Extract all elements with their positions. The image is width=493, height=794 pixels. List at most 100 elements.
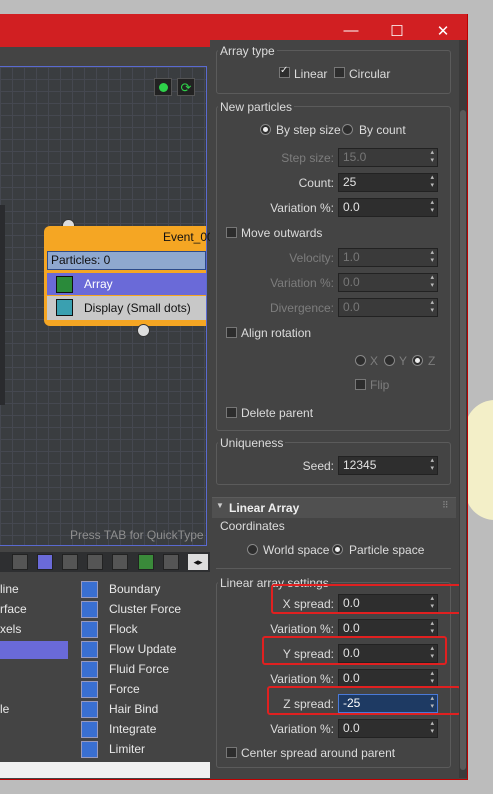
limiter-icon	[81, 741, 98, 758]
z-variation-label: Variation %:	[270, 722, 334, 736]
axis-z-radio[interactable]	[412, 355, 423, 366]
axis-z-label: Z	[428, 354, 436, 368]
scrollbar-thumb[interactable]	[460, 110, 466, 770]
depot-item-integrate[interactable]: Integrate	[109, 722, 156, 736]
quicktype-hint: Press TAB for QuickType	[70, 528, 204, 542]
depot-tool-icon[interactable]	[37, 554, 53, 570]
highlight-y-spread	[262, 636, 447, 665]
flip-checkbox[interactable]	[355, 379, 366, 390]
count-label: Count:	[298, 176, 334, 190]
depot-item[interactable]: line	[0, 582, 19, 596]
depot-item-flock[interactable]: Flock	[109, 622, 138, 636]
depot-item-fluid-force[interactable]: Fluid Force	[109, 662, 169, 676]
linear-array-title: Linear Array	[229, 501, 300, 515]
count-variation-spinner[interactable]: 0.0 ▴ ▾	[338, 198, 438, 217]
depot-tool-icon[interactable]	[62, 554, 78, 570]
world-space-label: World space	[263, 543, 330, 557]
axis-y-radio[interactable]	[384, 355, 395, 366]
depot-item-selected[interactable]	[0, 641, 68, 659]
integrate-icon	[81, 721, 98, 738]
particle-space-label: Particle space	[349, 543, 425, 557]
world-space-radio[interactable]	[247, 544, 258, 555]
x-variation-label: Variation %:	[270, 622, 334, 636]
depot-item-flow-update[interactable]: Flow Update	[109, 642, 176, 656]
step-size-spinner[interactable]: 15.0 ▴ ▾	[338, 148, 438, 167]
depot-item-force[interactable]: Force	[109, 682, 140, 696]
new-particles-title: New particles	[218, 100, 295, 114]
status-bar	[0, 762, 210, 778]
depot-tool-icon[interactable]	[138, 554, 154, 570]
depot-item-limiter[interactable]: Limiter	[109, 742, 145, 756]
depot-tool-icon[interactable]	[87, 554, 103, 570]
y-variation-label: Variation %:	[270, 672, 334, 686]
by-step-size-radio[interactable]	[260, 124, 271, 135]
count-variation-label: Variation %:	[270, 201, 334, 215]
cluster-force-icon	[81, 601, 98, 618]
event-node-header[interactable]: Event_00	[44, 226, 214, 248]
highlight-x-spread	[271, 584, 466, 614]
divider	[216, 568, 451, 569]
divergence-spinner[interactable]: 0.0 ▴ ▾	[338, 298, 438, 317]
linear-array-rollout-header[interactable]: ▼ Linear Array ⠿	[212, 497, 456, 518]
particle-count: Particles: 0	[47, 251, 206, 270]
step-size-label: Step size:	[281, 151, 334, 165]
depot-item-hair-bind[interactable]: Hair Bind	[109, 702, 158, 716]
count-spinner[interactable]: 25 ▴ ▾	[338, 173, 438, 192]
depot-item[interactable]: xels	[0, 622, 21, 636]
seed-label: Seed:	[302, 459, 334, 473]
depot-item-cluster-force[interactable]: Cluster Force	[109, 602, 181, 616]
depot-scroll-arrows[interactable]: ◂▸	[188, 554, 208, 570]
operator-depot	[0, 572, 210, 762]
delete-parent-label: Delete parent	[241, 406, 314, 420]
delete-parent-checkbox[interactable]	[226, 407, 237, 418]
circular-checkbox[interactable]	[334, 67, 345, 78]
coordinates-title: Coordinates	[220, 519, 285, 533]
display-operator-label: Display (Small dots)	[84, 301, 191, 315]
emit-toggle-icon[interactable]	[154, 78, 172, 96]
velocity-label: Velocity:	[289, 251, 334, 265]
linear-label: Linear	[294, 67, 328, 81]
flip-label: Flip	[370, 378, 390, 392]
display-operator-icon	[56, 299, 73, 316]
linear-checkbox[interactable]: ✓	[279, 65, 290, 78]
particle-space-radio[interactable]	[332, 544, 343, 555]
display-operator[interactable]: Display (Small dots)	[47, 296, 206, 320]
force-icon	[81, 681, 98, 698]
z-variation-spinner[interactable]: 0.0 ▴ ▾	[338, 719, 438, 738]
align-rotation-checkbox[interactable]	[226, 327, 237, 338]
depot-tool-icon[interactable]	[12, 554, 28, 570]
by-step-size-label: By step size	[276, 123, 341, 137]
uniqueness-title: Uniqueness	[218, 436, 286, 450]
align-rotation-label: Align rotation	[241, 326, 312, 340]
refresh-icon[interactable]: ⟳	[177, 78, 195, 96]
viewport-object	[465, 400, 493, 520]
event-output-port[interactable]	[137, 324, 150, 337]
flock-icon	[81, 621, 98, 638]
depot-item[interactable]: rface	[0, 602, 27, 616]
by-count-radio[interactable]	[342, 124, 353, 135]
array-operator-label: Array	[84, 277, 113, 291]
grip-icon: ⠿	[442, 500, 449, 510]
boundary-icon	[81, 581, 98, 598]
seed-spinner[interactable]: 12345 ▴ ▾	[338, 456, 438, 475]
depot-tool-icon[interactable]	[163, 554, 179, 570]
velocity-spinner[interactable]: 1.0 ▴ ▾	[338, 248, 438, 267]
event-node-title: Event_00	[163, 230, 214, 244]
circular-label: Circular	[349, 67, 391, 81]
collapse-icon: ▼	[216, 501, 224, 510]
array-type-title: Array type	[218, 44, 277, 58]
depot-item[interactable]: le	[0, 702, 9, 716]
axis-x-radio[interactable]	[355, 355, 366, 366]
flow-update-icon	[81, 641, 98, 658]
array-operator[interactable]: Array	[47, 273, 206, 295]
move-outwards-checkbox[interactable]	[226, 227, 237, 238]
divergence-label: Divergence:	[269, 301, 334, 315]
depot-tool-icon[interactable]	[112, 554, 128, 570]
highlight-z-spread	[267, 686, 461, 715]
axis-x-label: X	[370, 354, 379, 368]
depot-item-boundary[interactable]: Boundary	[109, 582, 160, 596]
velocity-variation-spinner[interactable]: 0.0 ▴ ▾	[338, 273, 438, 292]
fluid-force-icon	[81, 661, 98, 678]
axis-y-label: Y	[399, 354, 408, 368]
center-spread-checkbox[interactable]	[226, 747, 237, 758]
